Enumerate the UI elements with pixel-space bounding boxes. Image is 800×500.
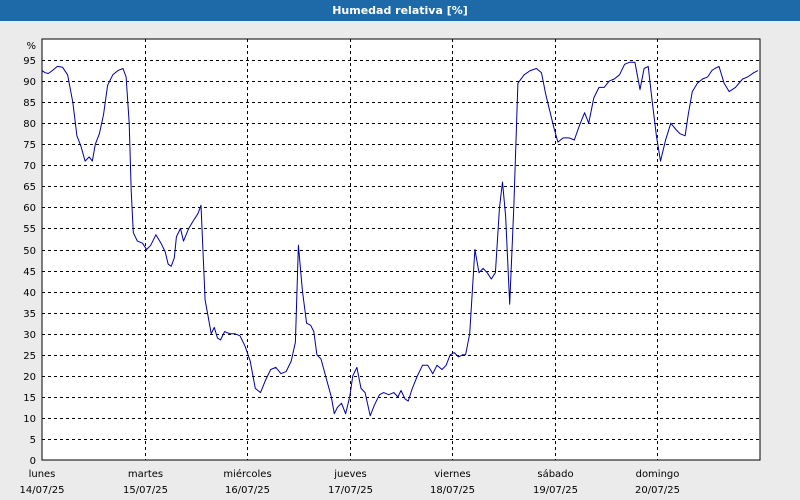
chart-window: Humedad relativa [%] % 0 5 10 15 20 25 30 35 40 4… xyxy=(0,0,800,500)
y-tick-label: 5 xyxy=(30,435,36,446)
y-tick-label: 65 xyxy=(23,182,36,193)
y-tick-label: 10 xyxy=(23,414,36,425)
y-tick-label: 25 xyxy=(23,351,36,362)
x-tick-date-label: 15/07/25 xyxy=(123,485,168,496)
y-tick-label: 90 xyxy=(23,77,36,88)
x-tick-day-label: lunes xyxy=(29,469,56,480)
y-tick-label: 0 xyxy=(30,456,36,467)
y-axis-label: % xyxy=(26,41,36,52)
y-tick-label: 15 xyxy=(23,393,36,404)
x-axis-ticks: lunes 14/07/25 martes 15/07/25 miércoles 16/0… xyxy=(20,468,680,496)
y-tick-label: 40 xyxy=(23,288,36,299)
x-tick-date-label: 18/07/25 xyxy=(430,485,475,496)
y-tick-label: 50 xyxy=(23,246,36,257)
y-axis-ticks: 0 5 10 15 20 25 30 35 40 45 50 55 60 65 70 75 80 85 90 95 xyxy=(23,56,36,467)
y-tick-label: 35 xyxy=(23,309,36,320)
y-tick-label: 70 xyxy=(23,161,36,172)
y-tick-label: 75 xyxy=(23,140,36,151)
y-tick-label: 55 xyxy=(23,224,36,235)
y-tick-label: 20 xyxy=(23,372,36,383)
x-tick-day-label: miércoles xyxy=(223,468,271,480)
y-tick-label: 80 xyxy=(23,119,36,130)
x-tick-day-label: jueves xyxy=(333,469,367,480)
x-tick-day-label: domingo xyxy=(636,469,680,480)
x-tick-date-label: 16/07/25 xyxy=(225,485,270,496)
x-tick-day-label: sábado xyxy=(537,468,573,480)
x-tick-date-label: 19/07/25 xyxy=(533,485,578,496)
y-tick-label: 30 xyxy=(23,330,36,341)
x-tick-day-label: martes xyxy=(128,469,163,480)
x-tick-date-label: 14/07/25 xyxy=(20,485,65,496)
y-tick-label: 85 xyxy=(23,98,36,109)
x-tick-date-label: 17/07/25 xyxy=(328,485,373,496)
x-tick-date-label: 20/07/25 xyxy=(635,485,680,496)
y-tick-label: 60 xyxy=(23,203,36,214)
x-tick-day-label: viernes xyxy=(434,469,470,480)
chart-canvas: % 0 5 10 15 20 25 30 35 40 45 50 55 60 65 70 75 80 85 90 95… xyxy=(20,38,761,496)
y-tick-label: 45 xyxy=(23,267,36,278)
y-tick-label: 95 xyxy=(23,56,36,67)
